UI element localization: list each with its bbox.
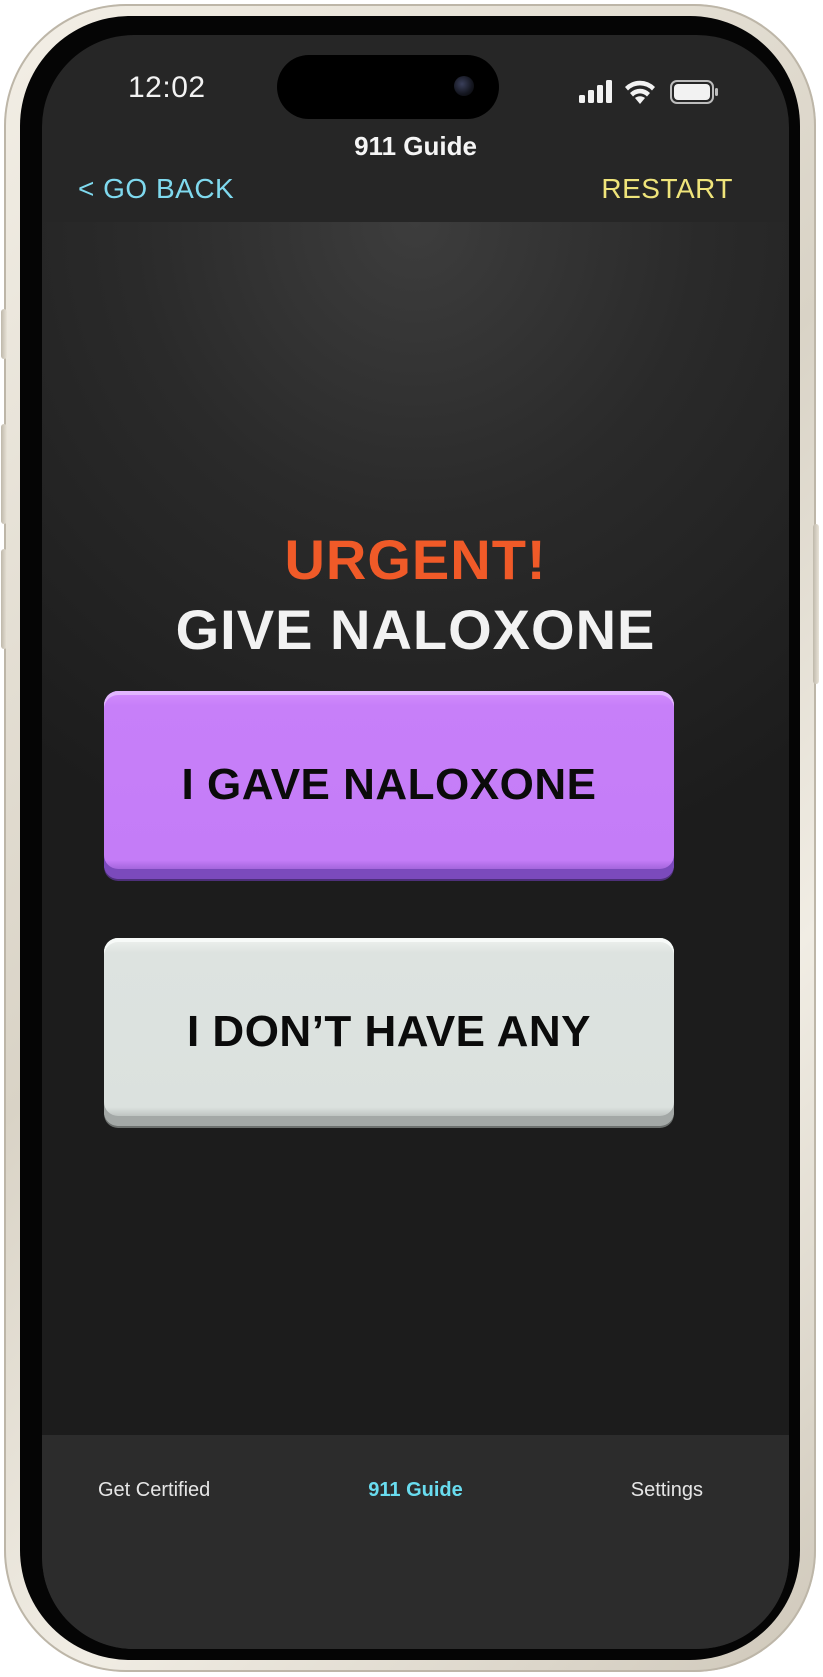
cellular-signal-icon [579, 80, 612, 103]
front-camera [454, 76, 474, 96]
status-time: 12:02 [128, 71, 206, 104]
phone-frame: URGENT! GIVE NALOXONE I GAVE NALOXONE I … [1, 4, 819, 1672]
power-button [813, 524, 819, 684]
volume-down-button [1, 549, 7, 649]
page-title: 911 Guide [354, 131, 477, 161]
tab-settings[interactable]: Settings [631, 1479, 703, 1502]
instruction-heading: GIVE NALOXONE [175, 598, 656, 661]
urgent-label: URGENT! [284, 528, 547, 591]
dont-have-any-label: I DON’T HAVE ANY [186, 1007, 592, 1056]
action-button [1, 309, 7, 359]
content-area: URGENT! GIVE NALOXONE I GAVE NALOXONE I … [42, 222, 789, 1435]
gave-naloxone-button[interactable]: I GAVE NALOXONE [104, 691, 674, 879]
dont-have-any-button[interactable]: I DON’T HAVE ANY [104, 938, 674, 1126]
go-back-link[interactable]: < GO BACK [78, 173, 234, 205]
restart-link[interactable]: RESTART [601, 173, 733, 205]
wifi-icon [625, 80, 655, 104]
status-icons [579, 77, 719, 107]
gave-naloxone-label: I GAVE NALOXONE [181, 760, 597, 809]
status-bar: 12:02 [42, 35, 789, 145]
phone-screen: URGENT! GIVE NALOXONE I GAVE NALOXONE I … [42, 35, 789, 1649]
volume-up-button [1, 424, 7, 524]
tab-bar: Get Certified 911 Guide Settings [42, 1435, 789, 1649]
battery-icon [670, 80, 718, 104]
